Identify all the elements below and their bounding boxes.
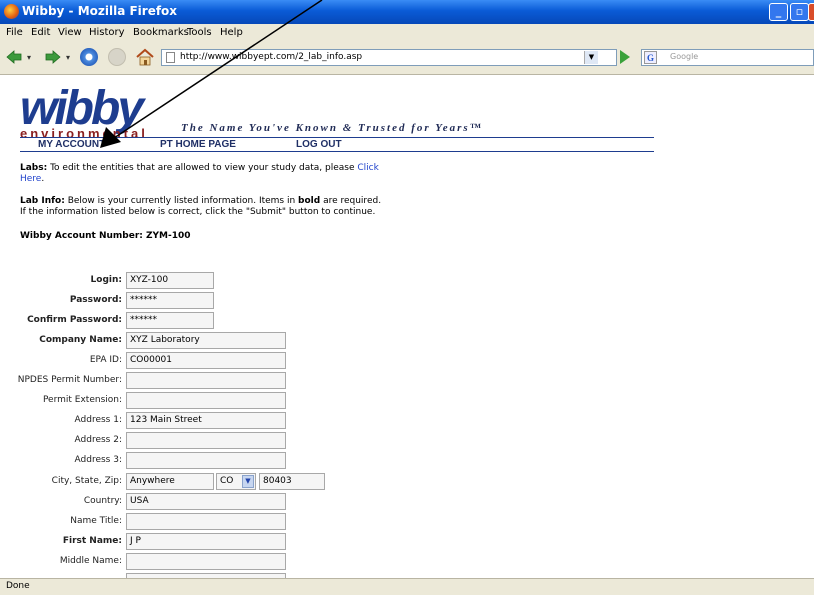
status-bar: Done xyxy=(0,578,814,595)
status-text: Done xyxy=(6,581,30,591)
annotation-arrow xyxy=(100,0,323,148)
